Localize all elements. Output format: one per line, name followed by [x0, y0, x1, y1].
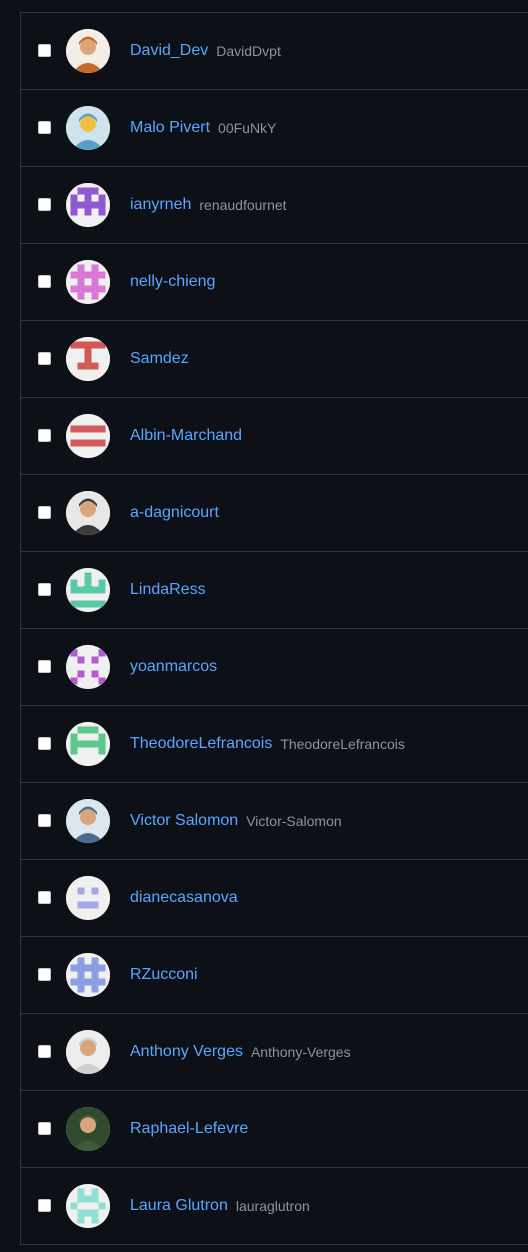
member-name-link[interactable]: RZucconi	[130, 966, 198, 984]
photo-avatar-icon[interactable]	[66, 491, 110, 535]
member-checkbox[interactable]	[38, 429, 51, 442]
member-name-link[interactable]: LindaRess	[130, 581, 206, 599]
member-row: Samdez	[21, 321, 528, 398]
member-checkbox[interactable]	[38, 1045, 51, 1058]
member-login: renaudfournet	[199, 197, 287, 213]
member-checkbox[interactable]	[38, 891, 51, 904]
member-login: Victor-Salomon	[246, 813, 342, 829]
member-names: Anthony Verges Anthony-Verges	[130, 1014, 351, 1090]
identicon-avatar-icon[interactable]	[66, 876, 110, 920]
member-row: RZucconi	[21, 937, 528, 1014]
photo-avatar-icon[interactable]	[66, 1030, 110, 1074]
member-row: yoanmarcos	[21, 629, 528, 706]
member-name-link[interactable]: Albin-Marchand	[130, 427, 242, 445]
member-names: Albin-Marchand	[130, 398, 242, 474]
member-name-link[interactable]: a-dagnicourt	[130, 504, 219, 522]
member-name-link[interactable]: Anthony Verges	[130, 1043, 243, 1061]
member-name-link[interactable]: Raphael-Lefevre	[130, 1120, 248, 1138]
member-login: TheodoreLefrancois	[280, 736, 405, 752]
member-row: ianyrneh renaudfournet	[21, 167, 528, 244]
member-row: Albin-Marchand	[21, 398, 528, 475]
member-login: lauraglutron	[235, 1198, 310, 1214]
member-checkbox[interactable]	[38, 1122, 51, 1135]
member-checkbox[interactable]	[38, 583, 51, 596]
member-row: nelly-chieng	[21, 244, 528, 321]
identicon-avatar-icon[interactable]	[66, 414, 110, 458]
member-name-link[interactable]: TheodoreLefrancois	[130, 735, 272, 753]
member-names: David_Dev DavidDvpt	[130, 13, 281, 89]
member-row: Malo Pivert 00FuNkY	[21, 90, 528, 167]
member-names: Victor Salomon Victor-Salomon	[130, 783, 342, 859]
member-name-link[interactable]: ianyrneh	[130, 196, 191, 214]
members-list: David_Dev DavidDvpt Malo Pivert 00FuNkY iany…	[20, 12, 528, 1245]
member-row: a-dagnicourt	[21, 475, 528, 552]
member-name-link[interactable]: Malo Pivert	[130, 119, 210, 137]
member-names: ianyrneh renaudfournet	[130, 167, 287, 243]
member-name-link[interactable]: Samdez	[130, 350, 189, 368]
member-row: TheodoreLefrancois TheodoreLefrancois	[21, 706, 528, 783]
member-names: nelly-chieng	[130, 244, 215, 320]
member-checkbox[interactable]	[38, 352, 51, 365]
member-row: Raphael-Lefevre	[21, 1091, 528, 1168]
member-checkbox[interactable]	[38, 44, 51, 57]
member-names: RZucconi	[130, 937, 198, 1013]
member-checkbox[interactable]	[38, 737, 51, 750]
photo-avatar-icon[interactable]	[66, 29, 110, 73]
member-name-link[interactable]: David_Dev	[130, 42, 208, 60]
photo-avatar-icon[interactable]	[66, 1107, 110, 1151]
member-row: dianecasanova	[21, 860, 528, 937]
member-checkbox[interactable]	[38, 814, 51, 827]
member-checkbox[interactable]	[38, 660, 51, 673]
member-login: 00FuNkY	[218, 120, 277, 136]
member-row: David_Dev DavidDvpt	[21, 13, 528, 90]
member-checkbox[interactable]	[38, 121, 51, 134]
identicon-avatar-icon[interactable]	[66, 1184, 110, 1228]
member-login: Anthony-Verges	[250, 1044, 351, 1060]
photo-avatar-icon[interactable]	[66, 106, 110, 150]
member-names: Malo Pivert 00FuNkY	[130, 90, 276, 166]
member-names: Samdez	[130, 321, 189, 397]
member-checkbox[interactable]	[38, 1199, 51, 1212]
member-row: Victor Salomon Victor-Salomon	[21, 783, 528, 860]
member-name-link[interactable]: Victor Salomon	[130, 812, 238, 830]
identicon-avatar-icon[interactable]	[66, 645, 110, 689]
member-names: LindaRess	[130, 552, 206, 628]
member-names: dianecasanova	[130, 860, 238, 936]
member-name-link[interactable]: yoanmarcos	[130, 658, 217, 676]
member-checkbox[interactable]	[38, 275, 51, 288]
member-row: Laura Glutron lauraglutron	[21, 1168, 528, 1245]
member-row: LindaRess	[21, 552, 528, 629]
photo-avatar-icon[interactable]	[66, 799, 110, 843]
identicon-avatar-icon[interactable]	[66, 183, 110, 227]
member-names: TheodoreLefrancois TheodoreLefrancois	[130, 706, 405, 782]
identicon-avatar-icon[interactable]	[66, 568, 110, 612]
member-login: DavidDvpt	[216, 43, 281, 59]
member-names: Raphael-Lefevre	[130, 1091, 248, 1167]
member-checkbox[interactable]	[38, 198, 51, 211]
member-name-link[interactable]: Laura Glutron	[130, 1197, 228, 1215]
member-name-link[interactable]: nelly-chieng	[130, 273, 215, 291]
identicon-avatar-icon[interactable]	[66, 953, 110, 997]
member-names: Laura Glutron lauraglutron	[130, 1168, 310, 1244]
member-row: Anthony Verges Anthony-Verges	[21, 1014, 528, 1091]
member-checkbox[interactable]	[38, 968, 51, 981]
member-checkbox[interactable]	[38, 506, 51, 519]
member-names: a-dagnicourt	[130, 475, 219, 551]
identicon-avatar-icon[interactable]	[66, 260, 110, 304]
member-name-link[interactable]: dianecasanova	[130, 889, 238, 907]
identicon-avatar-icon[interactable]	[66, 337, 110, 381]
identicon-avatar-icon[interactable]	[66, 722, 110, 766]
member-names: yoanmarcos	[130, 629, 217, 705]
